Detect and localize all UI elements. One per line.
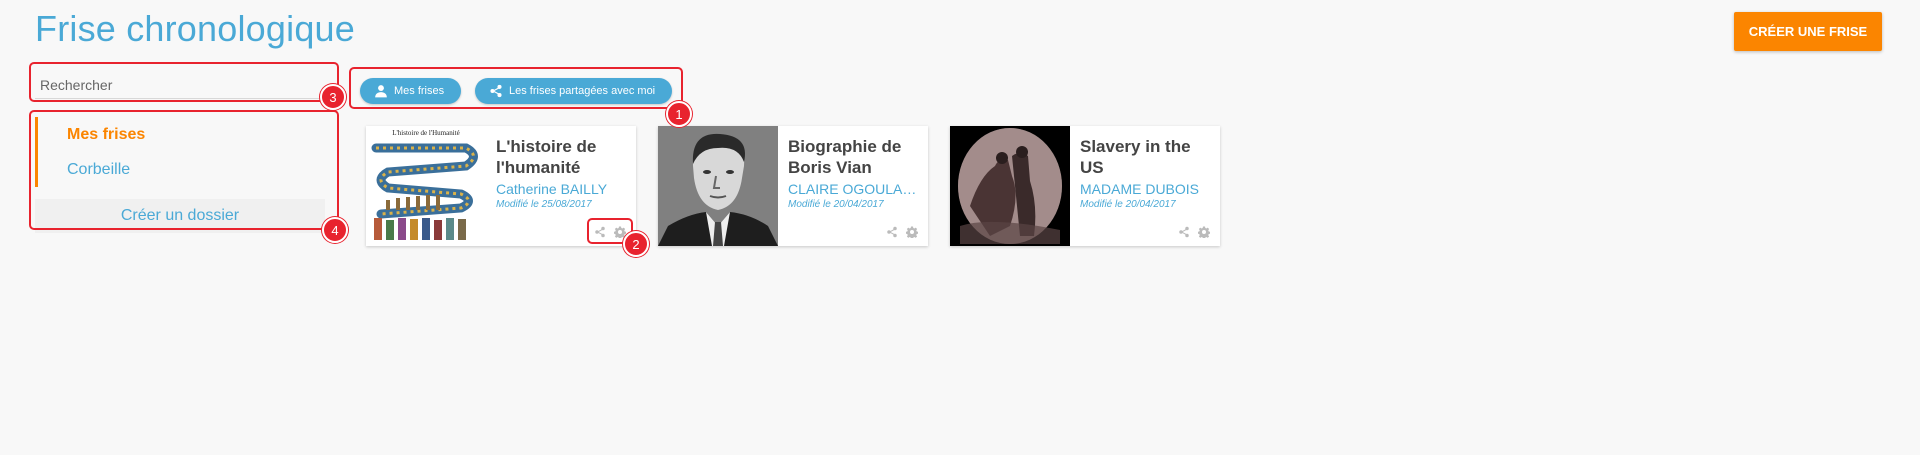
frise-thumbnail <box>950 126 1070 246</box>
frise-title[interactable]: Slavery in the US <box>1080 136 1210 178</box>
share-icon[interactable] <box>886 226 898 238</box>
frise-info: Slavery in the US MADAME DUBOIS Modifié … <box>1070 126 1220 246</box>
frise-author: CLAIRE OGOULA-N... <box>788 181 918 197</box>
annotation-box-4 <box>29 110 339 230</box>
frise-thumbnail: L'histoire de l'Humanité <box>366 126 486 246</box>
frise-date: Modifié le 25/08/2017 <box>496 199 592 210</box>
frise-card[interactable]: Biographie de Boris Vian CLAIRE OGOULA-N… <box>658 126 928 246</box>
frise-card[interactable]: Slavery in the US MADAME DUBOIS Modifié … <box>950 126 1220 246</box>
frise-author: Catherine BAILLY <box>496 181 608 197</box>
share-icon[interactable] <box>1178 226 1190 238</box>
annotation-box-3 <box>29 62 339 102</box>
annotation-badge-3: 3 <box>320 84 346 110</box>
create-frise-button[interactable]: CRÉER UNE FRISE <box>1734 12 1882 51</box>
annotation-box-1 <box>349 67 683 109</box>
frise-title[interactable]: L'histoire de l'humanité <box>496 136 626 178</box>
gear-icon[interactable] <box>906 226 918 238</box>
gear-icon[interactable] <box>1198 226 1210 238</box>
frise-date: Modifié le 20/04/2017 <box>788 199 884 210</box>
frise-author: MADAME DUBOIS <box>1080 181 1200 197</box>
frise-date: Modifié le 20/04/2017 <box>1080 199 1176 210</box>
frise-thumbnail <box>658 126 778 246</box>
page-title: Frise chronologique <box>35 8 355 49</box>
card-actions <box>886 226 918 238</box>
thumbnail-caption: L'histoire de l'Humanité <box>392 129 459 137</box>
card-actions <box>1178 226 1210 238</box>
annotation-badge-1: 1 <box>666 101 692 127</box>
frise-info: Biographie de Boris Vian CLAIRE OGOULA-N… <box>778 126 928 246</box>
annotation-badge-4: 4 <box>322 217 348 243</box>
annotation-badge-2: 2 <box>623 231 649 257</box>
frise-title[interactable]: Biographie de Boris Vian <box>788 136 918 178</box>
